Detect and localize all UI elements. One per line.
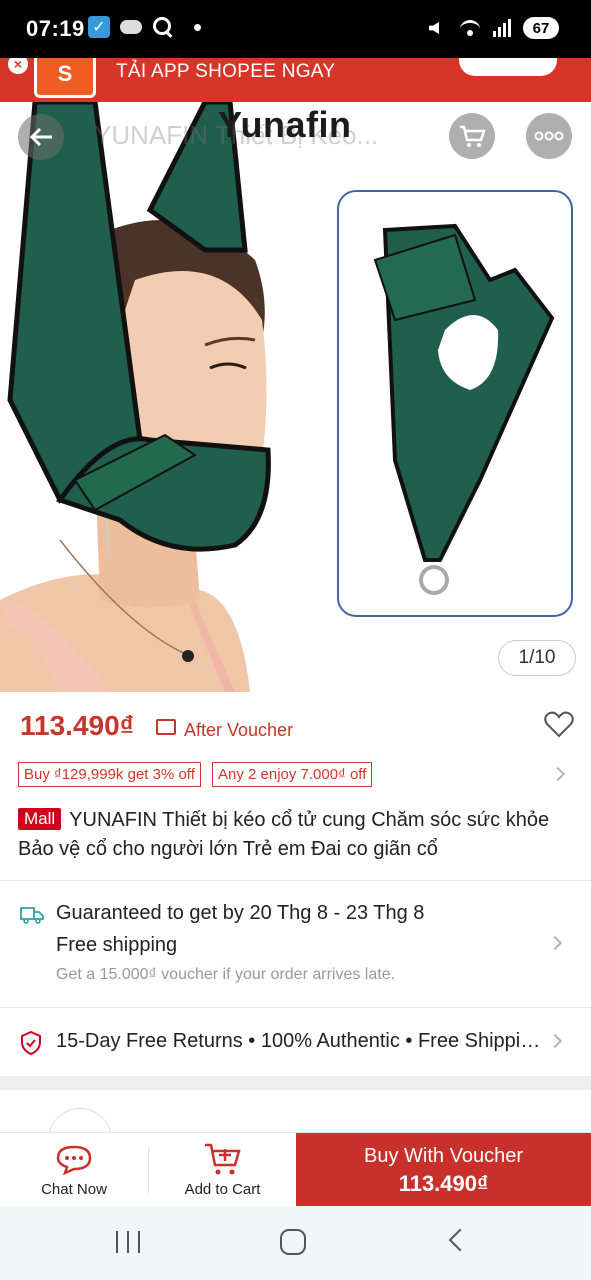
chat-now-button[interactable]: Chat Now [0, 1133, 148, 1207]
cart-button[interactable] [449, 113, 495, 159]
chat-icon [56, 1145, 92, 1175]
image-counter: 1/10 [498, 640, 576, 676]
mall-badge: Mall [18, 808, 62, 830]
buy-price: 113.490₫ [398, 1171, 489, 1196]
returns-row[interactable]: 15-Day Free Returns • 100% Authentic • F… [0, 1008, 591, 1076]
product-image[interactable]: 1/10 [0, 102, 591, 692]
product-title-text: YUNAFIN Thiết bị kéo cổ tử cung Chăm sóc… [18, 809, 550, 860]
arrow-left-icon [29, 127, 52, 147]
close-icon[interactable]: × [8, 58, 28, 74]
weather-icon [120, 20, 142, 34]
brand-overlay-text: Yunafin [218, 104, 352, 145]
truck-icon [20, 907, 44, 924]
more-options-button[interactable] [526, 113, 572, 159]
product-page: 07:19 ✓ 67 S × TẢI APP SHOPEE NGAY 1/10 … [0, 0, 591, 1280]
shop-section [0, 1090, 591, 1172]
product-photo [0, 102, 591, 692]
buy-label: Buy With Voucher [364, 1145, 523, 1167]
search-icon [152, 16, 174, 38]
price-row: 113.490₫ After Voucher [0, 692, 591, 762]
more-icon [534, 131, 564, 141]
chat-now-label: Chat Now [41, 1181, 107, 1198]
product-price: 113.490₫ [20, 710, 135, 741]
notification-dot-icon [194, 23, 201, 31]
heart-icon[interactable] [544, 710, 574, 738]
delivery-guarantee: Guaranteed to get by 20 Thg 8 - 23 Thg 8 [56, 902, 425, 924]
checkmark-app-icon: ✓ [88, 16, 110, 38]
signal-icon [491, 18, 513, 38]
promotion-row[interactable]: Buy ₫129,999k get 3% off Any 2 enjoy 7.0… [0, 762, 591, 792]
wifi-icon [459, 18, 481, 38]
system-back-button[interactable] [448, 1228, 472, 1252]
recent-apps-button[interactable] [116, 1231, 140, 1255]
mute-icon [427, 18, 449, 38]
banner-text: TẢI APP SHOPEE NGAY [116, 61, 336, 82]
divider [0, 880, 591, 881]
add-to-cart-label: Add to Cart [184, 1181, 261, 1198]
status-system-icons: 67 [427, 17, 559, 39]
voucher-icon [156, 719, 176, 735]
returns-text: 15-Day Free Returns • 100% Authentic • F… [56, 1030, 542, 1052]
add-to-cart-icon [205, 1143, 241, 1175]
promo-tag[interactable]: Buy ₫129,999k get 3% off [18, 762, 201, 787]
home-button[interactable] [280, 1229, 306, 1255]
late-delivery-note: Get a 15.000₫ voucher if your order arri… [56, 966, 396, 983]
shipping-section[interactable]: Guaranteed to get by 20 Thg 8 - 23 Thg 8… [0, 882, 591, 1008]
section-gap [0, 1076, 591, 1090]
product-title: Mall YUNAFIN Thiết bị kéo cổ tử cung Chăm… [18, 806, 574, 864]
buy-with-voucher-button[interactable]: Buy With Voucher 113.490₫ [296, 1133, 591, 1207]
status-time: 07:19 [26, 16, 85, 41]
back-button[interactable] [18, 114, 64, 160]
after-voucher-label: After Voucher [184, 720, 294, 740]
system-navigation-bar [0, 1206, 591, 1280]
shopee-logo-icon: S [34, 58, 96, 98]
battery-icon: 67 [523, 17, 559, 39]
shield-icon [21, 1031, 41, 1055]
promo-tag[interactable]: Any 2 enjoy 7.000₫ off [212, 762, 373, 787]
app-download-banner[interactable]: S × TẢI APP SHOPEE NGAY [0, 58, 591, 102]
status-bar: 07:19 ✓ 67 [0, 0, 591, 58]
open-app-button[interactable] [459, 58, 557, 76]
action-bar: Chat Now Add to Cart Buy With Voucher 11… [0, 1132, 591, 1207]
add-to-cart-button[interactable]: Add to Cart [149, 1133, 296, 1207]
cart-icon [460, 125, 486, 147]
status-notifications: ✓ [88, 16, 201, 38]
free-shipping-label: Free shipping [56, 934, 178, 956]
